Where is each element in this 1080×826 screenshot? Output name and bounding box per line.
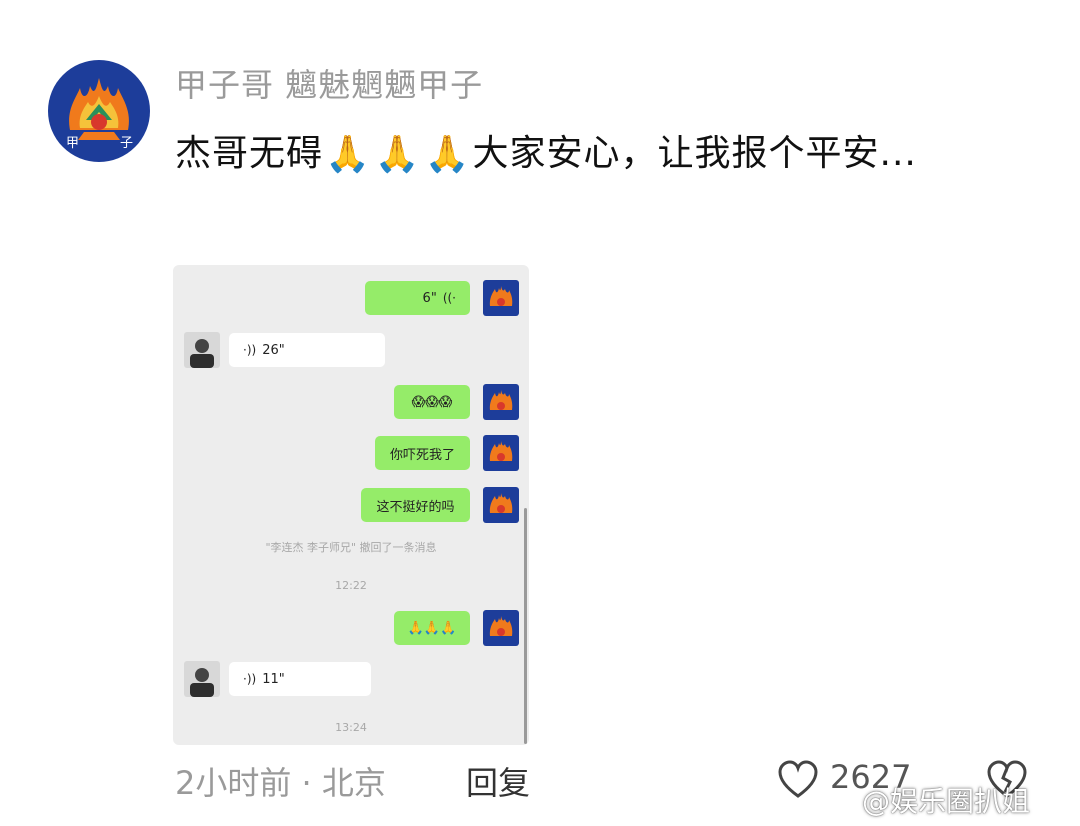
commenter-username[interactable]: 甲子哥 魑魅魍魉甲子 <box>175 60 483 106</box>
avatar-char-right: 子 <box>120 136 134 151</box>
voice-wave-icon: ·)) <box>243 672 257 686</box>
flame-logo-icon <box>489 441 513 461</box>
pray-emoji-3: 🙏 <box>424 134 471 175</box>
chat-screenshot-image[interactable]: 6" ((· ·)) 26" 😱😱😱 你吓死我了 这不挺好的吗 "李连杰 李子师… <box>173 265 529 745</box>
voice-bubble-received[interactable]: ·)) 26" <box>229 333 385 367</box>
self-avatar[interactable] <box>483 435 519 471</box>
pray-emoji-2: 🙏 <box>374 134 421 175</box>
chat-timestamp: 12:22 <box>335 579 367 592</box>
recall-notice: "李连杰 李子师兄" 撤回了一条消息 <box>265 541 437 554</box>
person-photo-icon <box>190 668 214 697</box>
commenter-avatar[interactable]: 甲 子 <box>48 60 150 162</box>
reply-button[interactable]: 回复 <box>466 758 530 804</box>
text-bubble-sent[interactable]: 😱😱😱 <box>394 385 470 419</box>
self-avatar[interactable] <box>483 384 519 420</box>
source-watermark: @娱乐圈扒姐 <box>862 785 1031 818</box>
post-time-location: 2小时前 · 北京 <box>175 764 386 802</box>
text-bubble-sent[interactable]: 🙏🙏🙏 <box>394 611 470 645</box>
voice-duration: 26" <box>262 342 285 358</box>
voice-duration: 11" <box>262 671 285 687</box>
person-photo-icon <box>190 339 214 368</box>
chat-scrollbar <box>524 508 527 744</box>
chat-timestamp: 13:24 <box>335 721 367 734</box>
flame-logo-icon <box>69 78 129 140</box>
flame-logo-icon <box>489 493 513 513</box>
voice-wave-icon: ·)) <box>243 343 257 357</box>
voice-bubble-sent[interactable]: 6" ((· <box>365 281 470 315</box>
voice-wave-icon: ((· <box>442 291 456 305</box>
flame-logo-icon <box>489 390 513 410</box>
pray-emoji-1: 🙏 <box>325 134 371 175</box>
comment-text: 杰哥无碍🙏 🙏 🙏大家安心，让我报个平安... <box>175 120 1005 189</box>
flame-logo-icon <box>489 616 513 636</box>
friend-avatar[interactable] <box>184 661 220 697</box>
comment-text-after: 大家安心，让我报个平安... <box>472 133 917 174</box>
voice-duration: 6" <box>422 290 437 306</box>
text-bubble-sent[interactable]: 你吓死我了 <box>375 436 470 470</box>
text-bubble-sent[interactable]: 这不挺好的吗 <box>361 488 470 522</box>
friend-avatar[interactable] <box>184 332 220 368</box>
flame-logo-icon <box>489 286 513 306</box>
avatar-char-left: 甲 <box>66 136 80 151</box>
comment-text-before: 杰哥无碍 <box>175 133 324 174</box>
voice-bubble-received[interactable]: ·)) 11" <box>229 662 371 696</box>
self-avatar[interactable] <box>483 610 519 646</box>
self-avatar[interactable] <box>483 280 519 316</box>
self-avatar[interactable] <box>483 487 519 523</box>
heart-icon[interactable] <box>776 758 820 802</box>
